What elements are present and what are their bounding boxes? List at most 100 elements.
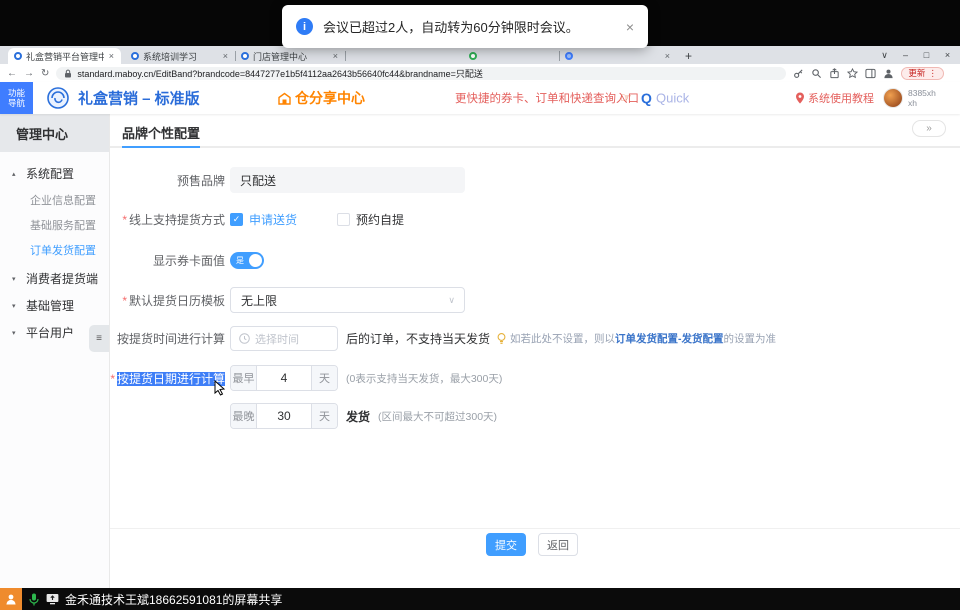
footer-divider — [110, 528, 960, 529]
tab-close-icon[interactable]: × — [332, 51, 339, 61]
nav-toggle-label: 导航 — [8, 98, 25, 108]
sidebar-menu: ▴ 系统配置 企业信息配置 基础服务配置 订单发货配置 ▾ 消费者提货端 ▾ 基… — [0, 152, 109, 346]
url-bar[interactable]: standard.maboy.cn/EditBand?brandcode=844… — [56, 67, 786, 80]
forward-icon[interactable]: → — [24, 68, 34, 79]
zoom-icon[interactable] — [811, 68, 822, 79]
calendar-template-select[interactable]: 无上限 ∨ — [230, 287, 465, 313]
bulb-icon — [497, 333, 506, 345]
screen-share-icon — [46, 593, 59, 605]
bookmark-star-icon[interactable] — [847, 68, 858, 79]
checkbox-reserve-selfpickup[interactable] — [337, 213, 350, 226]
password-key-icon[interactable] — [793, 68, 804, 79]
tab-brand-personality-config[interactable]: 品牌个性配置 — [122, 123, 200, 148]
toggle-on-label: 是 — [236, 255, 244, 266]
submit-button[interactable]: 提交 — [486, 533, 526, 556]
quick-q-icon[interactable]: Q — [641, 90, 652, 106]
site-favicon — [131, 52, 139, 60]
sidebar-item-basic-service[interactable]: 基础服务配置 — [0, 212, 109, 237]
chevron-down-icon: ▾ — [12, 275, 20, 283]
field-label: 按提货时间进行计算 — [110, 330, 225, 347]
input-unit: 天 — [311, 366, 337, 390]
back-button[interactable]: 返回 — [538, 533, 578, 556]
function-nav-button[interactable]: 功能 导航 — [0, 82, 33, 114]
profile-icon[interactable] — [883, 68, 894, 79]
sidebar-item-enterprise-info[interactable]: 企业信息配置 — [0, 187, 109, 212]
new-tab-button[interactable]: + — [677, 48, 700, 64]
nav-toggle-label: 功能 — [8, 88, 25, 98]
selected-label-text: 按提货日期进行计算 — [117, 372, 225, 386]
latest-days-input[interactable]: 30 — [257, 404, 311, 428]
browser-tab-3[interactable]: 门店管理中心 × — [235, 48, 345, 64]
checkbox-label[interactable]: 申请送货 — [249, 211, 297, 228]
toast-close-icon[interactable]: × — [626, 19, 634, 35]
tab-separator — [345, 51, 346, 61]
toast-message: 会议已超过2人，自动转为60分钟限时会议。 — [323, 17, 579, 36]
promo-link[interactable]: 更快捷的券卡、订单和快递查询入口 — [455, 90, 639, 106]
config-tip: 如若此处不设置，则以订单发货配置-发货配置的设置为准 — [497, 331, 776, 346]
sidebar: 管理中心 ▴ 系统配置 企业信息配置 基础服务配置 订单发货配置 ▾ 消费者提货… — [0, 114, 110, 588]
footer-buttons: 提交 返回 — [110, 533, 960, 556]
site-favicon — [565, 52, 573, 60]
latest-hint: (区间最大不可超过300天) — [378, 409, 497, 424]
form-row-pickup-time-calc: 按提货时间进行计算 选择时间 后的订单，不支持当天发货 如若此处不设置，则以订单… — [110, 326, 960, 351]
browser-tabstrip: 礼盒营销平台管理中心 × 系统培训学习 × 门店管理中心 × × + ∨ – □… — [0, 46, 960, 64]
browser-update-button[interactable]: 更新 ⋮ — [901, 67, 944, 80]
sidebar-group-label: 基础管理 — [26, 297, 74, 314]
side-panel-icon[interactable] — [865, 68, 876, 79]
tab-search-icon[interactable]: ∨ — [874, 50, 895, 61]
face-value-toggle[interactable]: 是 — [230, 252, 264, 269]
tutorial-link[interactable]: 系统使用教程 — [808, 90, 874, 106]
sharer-avatar — [0, 588, 22, 610]
panel-collapse-button[interactable]: » — [912, 120, 946, 137]
presale-brand-input[interactable]: 只配送 — [230, 167, 465, 193]
form-row-calendar-template: *默认提货日历模板 无上限 ∨ — [110, 287, 960, 313]
latest-days-input-group: 最晚 30 天 — [230, 403, 338, 429]
share-icon[interactable] — [829, 68, 840, 79]
field-label: *默认提货日历模板 — [110, 292, 225, 309]
time-picker-input[interactable]: 选择时间 — [230, 326, 338, 351]
sidebar-item-consumer-pickup[interactable]: ▾ 消费者提货端 — [0, 265, 109, 292]
form-row-pickup-date-latest: 最晚 30 天 发货 (区间最大不可超过300天) — [110, 403, 960, 429]
tab-close-icon[interactable]: × — [222, 51, 229, 61]
sidebar-collapse-handle[interactable]: ≡ — [89, 325, 109, 352]
select-value: 无上限 — [241, 292, 277, 309]
user-name-block: 8385xh xh — [908, 88, 936, 108]
maximize-button[interactable]: □ — [916, 50, 937, 60]
menu-dots-icon[interactable]: ⋮ — [928, 68, 937, 79]
minimize-button[interactable]: – — [895, 50, 916, 60]
microphone-icon — [29, 593, 39, 606]
update-label: 更新 — [908, 67, 925, 79]
sidebar-item-order-shipping[interactable]: 订单发货配置 — [0, 237, 109, 262]
back-icon[interactable]: ← — [7, 68, 17, 79]
checkbox-apply-delivery[interactable]: ✓ — [230, 213, 243, 226]
checkbox-label[interactable]: 预约自提 — [356, 211, 404, 228]
browser-tab-1[interactable]: 礼盒营销平台管理中心 × — [8, 48, 121, 64]
quick-label[interactable]: Quick — [656, 91, 689, 106]
tab-close-icon[interactable]: × — [664, 51, 671, 61]
chevron-down-icon: ∨ — [448, 295, 455, 306]
field-label: 预售品牌 — [110, 172, 225, 189]
sidebar-group-label: 消费者提货端 — [26, 270, 98, 287]
tab-close-icon[interactable]: × — [108, 51, 115, 61]
required-asterisk: * — [122, 294, 127, 308]
reload-icon[interactable]: ↻ — [41, 68, 49, 79]
earliest-days-input[interactable]: 4 — [257, 366, 311, 390]
site-favicon — [241, 52, 249, 60]
browser-tab-5[interactable]: × — [559, 48, 677, 64]
label-text: 按提货时间进行计算 — [117, 332, 225, 346]
warehouse-share-link[interactable]: 仓分享中心 — [278, 88, 365, 108]
label-text: 默认提货日历模板 — [129, 294, 225, 308]
tip-config-link[interactable]: 订单发货配置-发货配置 — [615, 333, 724, 345]
site-favicon — [469, 52, 477, 60]
window-close-button[interactable]: × — [937, 50, 958, 60]
sidebar-item-label: 订单发货配置 — [30, 242, 96, 258]
sidebar-item-system-config[interactable]: ▴ 系统配置 — [0, 160, 109, 187]
content-tabbar: 品牌个性配置 » — [110, 114, 960, 148]
user-avatar[interactable] — [883, 88, 903, 108]
form-row-pickup-date-earliest: *按提货日期进行计算 最早 4 天 (0表示支持当天发货，最大300天) — [110, 365, 960, 391]
mouse-cursor — [214, 380, 226, 396]
browser-tab-2[interactable]: 系统培训学习 × — [125, 48, 235, 64]
share-center-label: 仓分享中心 — [295, 88, 365, 108]
browser-tab-4[interactable] — [463, 48, 559, 64]
sidebar-item-basic-management[interactable]: ▾ 基础管理 — [0, 292, 109, 319]
